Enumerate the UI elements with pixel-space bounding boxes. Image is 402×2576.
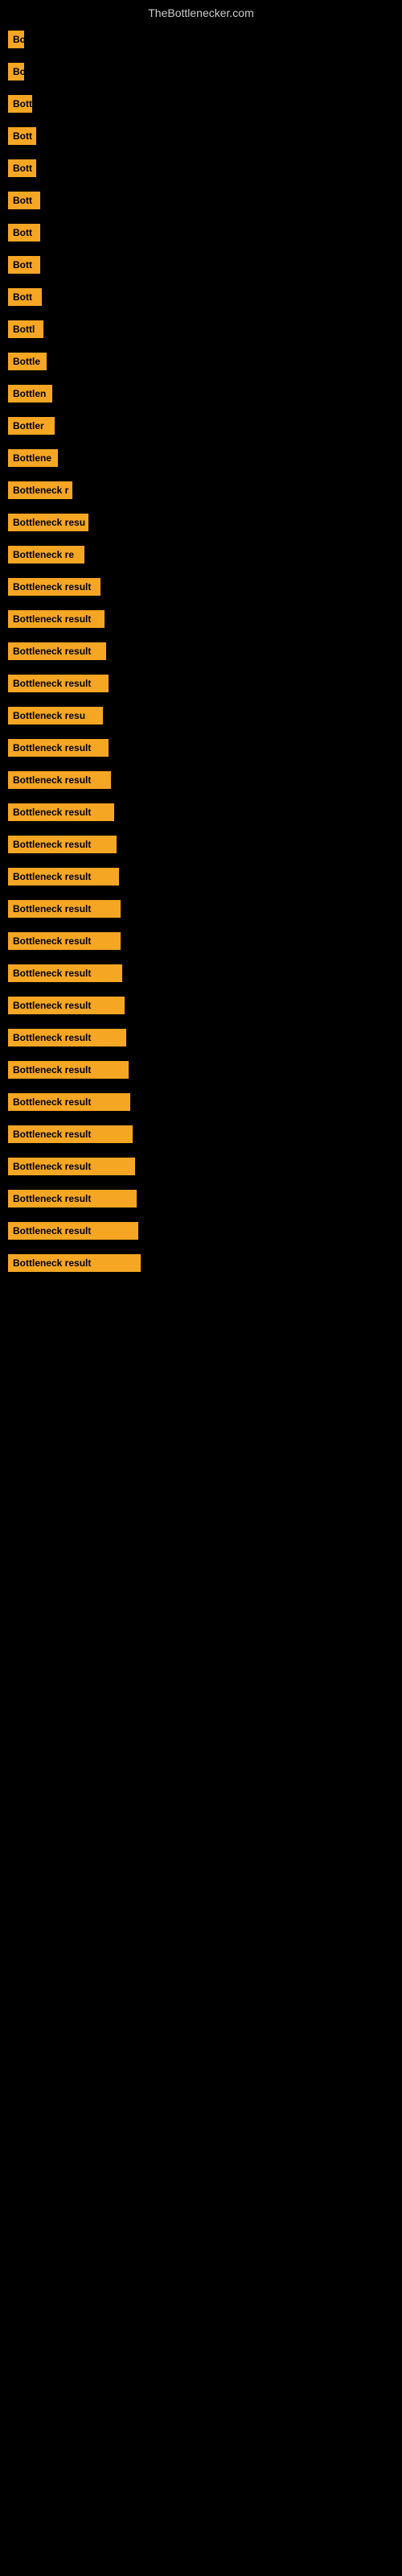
- bottleneck-label: Bottleneck resu: [8, 514, 88, 531]
- bottleneck-label: Bott: [8, 127, 36, 145]
- bottleneck-label: Bott: [8, 192, 40, 209]
- bottleneck-label: Bottleneck result: [8, 739, 109, 757]
- bottleneck-label: Bottl: [8, 320, 43, 338]
- bottleneck-label: Bottleneck re: [8, 546, 84, 564]
- bottleneck-label: Bottleneck result: [8, 1222, 138, 1240]
- list-item: Bottleneck result: [8, 1029, 402, 1046]
- site-title: TheBottlenecker.com: [0, 0, 402, 23]
- list-item: Bottleneck re: [8, 546, 402, 564]
- bottleneck-label: Bottleneck result: [8, 997, 125, 1014]
- bottleneck-label: Bottleneck result: [8, 1125, 133, 1143]
- bottleneck-label: Bott: [8, 224, 40, 242]
- list-item: Bottleneck result: [8, 1222, 402, 1240]
- list-item: Bottleneck result: [8, 1254, 402, 1272]
- bottleneck-label: Bottlene: [8, 449, 58, 467]
- bottleneck-label: Bottleneck result: [8, 771, 111, 789]
- bottleneck-label: Bottleneck result: [8, 803, 114, 821]
- list-item: Bottlene: [8, 449, 402, 467]
- bottleneck-label: Bottle: [8, 353, 47, 370]
- list-item: Bo: [8, 63, 402, 80]
- bottleneck-label: Bottleneck result: [8, 932, 121, 950]
- bottleneck-label: Bott: [8, 288, 42, 306]
- bottleneck-label: Bottleneck r: [8, 481, 72, 499]
- list-item: Bottleneck result: [8, 739, 402, 757]
- list-item: Bottleneck result: [8, 642, 402, 660]
- bottleneck-label: Bottleneck resu: [8, 707, 103, 724]
- bottleneck-label: Bottleneck result: [8, 1158, 135, 1175]
- bottleneck-label: Bott: [8, 159, 36, 177]
- bottleneck-label: Bo: [8, 31, 24, 48]
- bottleneck-label: Bottleneck result: [8, 1029, 126, 1046]
- list-item: Bottleneck result: [8, 578, 402, 596]
- list-item: Bott: [8, 159, 402, 177]
- list-item: Bottleneck result: [8, 932, 402, 950]
- bottleneck-label: Bottleneck result: [8, 964, 122, 982]
- list-item: Bottleneck result: [8, 1190, 402, 1208]
- bottleneck-label: Bottleneck result: [8, 868, 119, 886]
- list-item: Bottleneck result: [8, 1125, 402, 1143]
- list-item: Bottleneck result: [8, 1158, 402, 1175]
- list-item: Bottl: [8, 320, 402, 338]
- bottleneck-label: Bottleneck result: [8, 1254, 141, 1272]
- bottleneck-label: Bottleneck result: [8, 1093, 130, 1111]
- list-item: Bott: [8, 192, 402, 209]
- list-item: Bottleneck result: [8, 610, 402, 628]
- list-item: Bottleneck result: [8, 675, 402, 692]
- list-item: Bottleneck result: [8, 964, 402, 982]
- bottleneck-label: Bottlen: [8, 385, 52, 402]
- list-item: Bottleneck resu: [8, 514, 402, 531]
- list-item: Bott: [8, 95, 402, 113]
- bottleneck-label: Bottler: [8, 417, 55, 435]
- list-item: Bottleneck result: [8, 868, 402, 886]
- list-item: Bottler: [8, 417, 402, 435]
- bottleneck-label: Bottleneck result: [8, 675, 109, 692]
- list-item: Bott: [8, 224, 402, 242]
- list-item: Bottleneck result: [8, 771, 402, 789]
- bottleneck-label: Bo: [8, 63, 24, 80]
- list-item: Bottleneck result: [8, 803, 402, 821]
- bottleneck-label: Bottleneck result: [8, 1190, 137, 1208]
- list-item: Bottlen: [8, 385, 402, 402]
- bottleneck-label: Bottleneck result: [8, 1061, 129, 1079]
- list-item: Bo: [8, 31, 402, 48]
- list-item: Bottleneck result: [8, 1061, 402, 1079]
- list-item: Bottleneck result: [8, 997, 402, 1014]
- list-item: Bott: [8, 256, 402, 274]
- bottleneck-label: Bottleneck result: [8, 836, 117, 853]
- list-item: Bottleneck result: [8, 836, 402, 853]
- list-item: Bott: [8, 127, 402, 145]
- bottleneck-label: Bott: [8, 256, 40, 274]
- bottleneck-label: Bott: [8, 95, 32, 113]
- items-container: Bo Bo Bott Bott Bott Bott Bott Bott Bott Bottl Bot…: [0, 23, 402, 1294]
- bottleneck-label: Bottleneck result: [8, 610, 105, 628]
- bottleneck-label: Bottleneck result: [8, 578, 100, 596]
- list-item: Bottleneck result: [8, 900, 402, 918]
- bottleneck-label: Bottleneck result: [8, 900, 121, 918]
- bottleneck-label: Bottleneck result: [8, 642, 106, 660]
- list-item: Bottleneck r: [8, 481, 402, 499]
- list-item: Bottle: [8, 353, 402, 370]
- list-item: Bottleneck result: [8, 1093, 402, 1111]
- list-item: Bott: [8, 288, 402, 306]
- list-item: Bottleneck resu: [8, 707, 402, 724]
